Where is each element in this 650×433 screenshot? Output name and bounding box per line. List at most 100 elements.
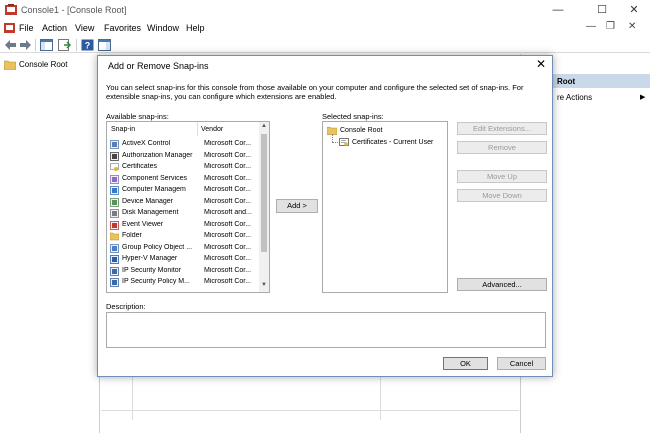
- add-button[interactable]: Add >: [276, 199, 318, 213]
- console-tree-pane: Console Root: [0, 54, 100, 433]
- selected-tree-child-label: Certificates - Current User: [352, 138, 434, 146]
- snapin-name: Event Viewer: [122, 220, 164, 228]
- title-bar: Console1 - [Console Root] — ☐ ✕: [0, 0, 650, 20]
- scroll-up-arrow-icon[interactable]: ▲: [259, 123, 269, 131]
- ip-security-monitor-icon: [110, 266, 119, 276]
- event-viewer-icon: [110, 220, 119, 230]
- dialog-title: Add or Remove Snap-ins: [108, 61, 209, 71]
- snapin-name: Disk Management: [122, 209, 179, 216]
- svg-text:?: ?: [85, 41, 91, 51]
- move-up-button[interactable]: Move Up: [457, 170, 547, 183]
- snapin-vendor: Microsoft Cor...: [204, 232, 252, 239]
- snapin-vendor: Microsoft Cor...: [204, 163, 252, 170]
- disk-management-icon: [110, 209, 119, 218]
- selected-tree-item-console-root[interactable]: Console Root: [327, 125, 382, 135]
- snapin-vendor: Microsoft Cor...: [204, 174, 252, 182]
- component-services-icon: [110, 174, 119, 184]
- snapin-vendor: Microsoft Cor...: [204, 255, 252, 262]
- forward-arrow-icon[interactable]: [19, 39, 32, 51]
- snapin-row[interactable]: Disk Management Microsoft and...: [110, 208, 260, 219]
- dialog-instructions: You can select snap-ins for this console…: [106, 83, 524, 101]
- list-scrollbar[interactable]: ▲ ▼: [259, 122, 269, 292]
- snapin-vendor: Microsoft Cor...: [204, 151, 252, 159]
- snapin-name: Computer Managem: [122, 186, 186, 193]
- snapin-row[interactable]: Computer Managem Microsoft Cor...: [110, 185, 260, 196]
- scroll-down-arrow-icon[interactable]: ▼: [259, 282, 269, 290]
- doc-minimize-button[interactable]: —: [586, 21, 596, 32]
- column-header-snapin[interactable]: Snap-in: [111, 126, 135, 133]
- snapin-vendor: Microsoft Cor...: [204, 278, 252, 285]
- export-list-icon[interactable]: [58, 39, 71, 51]
- snapin-row[interactable]: Device Manager Microsoft Cor...: [110, 197, 260, 208]
- column-divider[interactable]: [197, 122, 198, 136]
- tree-item-console-root[interactable]: Console Root: [4, 59, 67, 70]
- move-down-button[interactable]: Move Down: [457, 189, 547, 202]
- snapin-row[interactable]: IP Security Monitor Microsoft Cor...: [110, 266, 260, 277]
- menu-window[interactable]: Window: [147, 23, 179, 33]
- description-label: Description:: [106, 302, 146, 311]
- minimize-button[interactable]: —: [550, 3, 566, 17]
- tree-item-label: Console Root: [19, 60, 68, 69]
- snapin-row[interactable]: Event Viewer Microsoft Cor...: [110, 220, 260, 231]
- certificates-icon: [110, 163, 119, 171]
- snapin-row[interactable]: Certificates Microsoft Cor...: [110, 162, 260, 173]
- menu-help[interactable]: Help: [186, 23, 205, 33]
- show-hide-action-pane-icon[interactable]: [98, 39, 111, 51]
- help-icon[interactable]: ?: [81, 39, 94, 51]
- ok-button[interactable]: OK: [443, 357, 488, 370]
- certificates-icon: [339, 137, 349, 146]
- snapin-name: ActiveX Control: [122, 140, 171, 147]
- snapin-row[interactable]: Group Policy Object ... Microsoft Cor...: [110, 243, 260, 254]
- menu-action[interactable]: Action: [42, 23, 67, 33]
- snapin-name: Component Services: [122, 174, 187, 182]
- snapin-row[interactable]: Hyper-V Manager Microsoft Cor...: [110, 254, 260, 265]
- snapin-row[interactable]: Component Services Microsoft Cor...: [110, 174, 260, 185]
- actions-title: Root: [557, 77, 576, 86]
- scroll-thumb[interactable]: [261, 134, 267, 252]
- folder-icon: [110, 232, 119, 241]
- snapin-name: Certificates: [122, 163, 158, 170]
- cancel-button[interactable]: Cancel: [497, 357, 546, 370]
- document-icon[interactable]: [3, 21, 16, 34]
- menu-favorites[interactable]: Favorites: [104, 23, 141, 33]
- selected-tree-item-certificates[interactable]: Certificates - Current User: [339, 137, 433, 147]
- snapin-vendor: Microsoft Cor...: [204, 243, 252, 251]
- snapin-row[interactable]: Authorization Manager Microsoft Cor...: [110, 151, 260, 162]
- add-remove-snapins-dialog: Add or Remove Snap-ins ✕ You can select …: [97, 55, 553, 377]
- window-title: Console1 - [Console Root]: [21, 5, 127, 15]
- snapin-row[interactable]: Folder Microsoft Cor...: [110, 231, 260, 242]
- device-manager-icon: [110, 197, 119, 207]
- more-actions-link[interactable]: re Actions: [557, 93, 592, 102]
- remove-button[interactable]: Remove: [457, 141, 547, 154]
- menu-file[interactable]: File: [19, 23, 34, 33]
- doc-restore-button[interactable]: ❐: [606, 21, 615, 32]
- show-hide-tree-icon[interactable]: [40, 39, 53, 51]
- dialog-close-button[interactable]: ✕: [536, 58, 546, 70]
- maximize-button[interactable]: ☐: [594, 3, 610, 17]
- submenu-arrow-icon: ▶: [640, 94, 646, 101]
- snapin-vendor: Microsoft Cor...: [204, 186, 252, 193]
- ip-security-policy-icon: [110, 278, 119, 287]
- close-button[interactable]: ✕: [626, 3, 642, 17]
- column-header-vendor[interactable]: Vendor: [201, 126, 223, 133]
- snapin-row[interactable]: IP Security Policy M... Microsoft Cor...: [110, 277, 260, 288]
- selected-tree-root-label: Console Root: [340, 126, 383, 134]
- menu-view[interactable]: View: [75, 23, 94, 33]
- hyper-v-icon: [110, 255, 119, 264]
- selected-snapins-tree[interactable]: Console Root Certificates - Current User: [322, 121, 448, 293]
- toolbar-separator: [35, 39, 36, 51]
- menu-bar: File Action View Favorites Window Help: [0, 20, 650, 36]
- snapin-row[interactable]: ActiveX Control Microsoft Cor...: [110, 139, 260, 150]
- doc-close-button[interactable]: ✕: [628, 21, 636, 32]
- available-snapins-label: Available snap-ins:: [106, 112, 169, 121]
- snapin-name: Authorization Manager: [122, 151, 193, 159]
- edit-extensions-button[interactable]: Edit Extensions...: [457, 122, 547, 135]
- column-divider: [132, 370, 133, 420]
- column-divider: [380, 370, 381, 420]
- advanced-button[interactable]: Advanced...: [457, 278, 547, 291]
- tree-connector: [332, 142, 338, 143]
- back-arrow-icon[interactable]: [4, 39, 17, 51]
- snapin-name: IP Security Monitor: [122, 266, 182, 274]
- snapin-vendor: Microsoft Cor...: [204, 266, 252, 274]
- available-snapins-list[interactable]: Snap-in Vendor ActiveX Control Microsoft …: [106, 121, 270, 293]
